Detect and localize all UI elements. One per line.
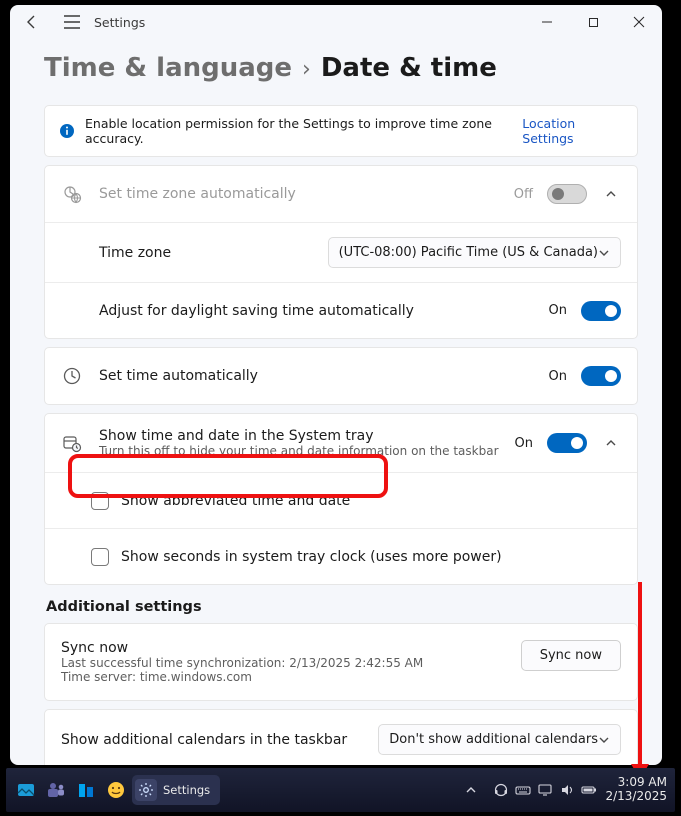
chevron-down-icon <box>598 247 610 259</box>
titlebar: Settings <box>10 5 662 39</box>
menu-button[interactable] <box>54 15 90 29</box>
timezone-card: Set time zone automatically Off Time zon… <box>44 165 638 339</box>
breadcrumb: Time & language › Date & time <box>10 39 662 91</box>
auto-time-label: Set time automatically <box>99 368 549 384</box>
timezone-auto-state: Off <box>514 187 533 202</box>
settings-window: Settings Time & language › Date & time E… <box>10 5 662 765</box>
breadcrumb-page: Date & time <box>321 53 497 83</box>
timezone-auto-label: Set time zone automatically <box>99 186 514 202</box>
spacer <box>61 300 99 322</box>
minimize-button[interactable] <box>524 5 570 39</box>
calendar-clock-icon <box>61 432 83 454</box>
abbrev-row[interactable]: Show abbreviated time and date <box>45 472 637 528</box>
content-scroll[interactable]: Enable location permission for the Setti… <box>10 91 662 765</box>
auto-time-toggle[interactable] <box>581 366 621 386</box>
clock-icon <box>61 365 83 387</box>
additional-header: Additional settings <box>46 599 636 615</box>
sync-row: Sync now Last successful time synchroniz… <box>45 624 637 700</box>
seconds-row[interactable]: Show seconds in system tray clock (uses … <box>45 528 637 584</box>
tray-volume-icon <box>559 782 575 798</box>
timezone-select[interactable]: (UTC-08:00) Pacific Time (US & Canada) <box>328 237 621 268</box>
calendars-select[interactable]: Don't show additional calendars <box>378 724 621 755</box>
taskbar-time: 3:09 AM <box>605 776 667 790</box>
breadcrumb-separator: › <box>302 57 311 82</box>
timezone-row: Time zone (UTC-08:00) Pacific Time (US &… <box>45 222 637 282</box>
systray-row[interactable]: Show time and date in the System tray Tu… <box>45 414 637 472</box>
timezone-label: Time zone <box>99 245 328 261</box>
tray-headset-icon <box>493 782 509 798</box>
taskbar-company-icon[interactable] <box>72 776 100 804</box>
taskbar-right: 3:09 AM 2/13/2025 <box>457 776 675 804</box>
sync-now-button[interactable]: Sync now <box>521 640 621 671</box>
location-settings-link[interactable]: Location Settings <box>522 116 623 146</box>
dst-label: Adjust for daylight saving time automati… <box>99 303 549 319</box>
banner-text: Enable location permission for the Setti… <box>85 116 522 146</box>
auto-time-card: Set time automatically On <box>44 347 638 405</box>
seconds-label: Show seconds in system tray clock (uses … <box>121 549 502 565</box>
calendars-row: Show additional calendars in the taskbar… <box>45 710 637 765</box>
calendars-value: Don't show additional calendars <box>389 732 598 747</box>
close-button[interactable] <box>616 5 662 39</box>
taskbar-clock[interactable]: 3:09 AM 2/13/2025 <box>605 776 667 804</box>
tray-monitor-icon <box>537 782 553 798</box>
window-controls <box>524 5 662 39</box>
systray-sub: Turn this off to hide your time and date… <box>99 444 515 458</box>
systray-expand[interactable] <box>601 437 621 449</box>
sync-title: Sync now <box>61 640 521 656</box>
systray-card: Show time and date in the System tray Tu… <box>44 413 638 585</box>
abbrev-checkbox[interactable] <box>91 492 109 510</box>
timezone-auto-toggle <box>547 184 587 204</box>
systray-label: Show time and date in the System tray <box>99 428 515 444</box>
auto-time-row: Set time automatically On <box>45 348 637 404</box>
tray-chevron-up-icon[interactable] <box>457 776 485 804</box>
dst-toggle[interactable] <box>581 301 621 321</box>
calendars-card: Show additional calendars in the taskbar… <box>44 709 638 765</box>
timezone-expand[interactable] <box>601 188 621 200</box>
chevron-down-icon <box>598 734 610 746</box>
timezone-auto-row[interactable]: Set time zone automatically Off <box>45 166 637 222</box>
back-button[interactable] <box>10 14 54 30</box>
globe-clock-icon <box>61 183 83 205</box>
dst-row: Adjust for daylight saving time automati… <box>45 282 637 338</box>
dst-state: On <box>549 303 567 318</box>
location-info-banner: Enable location permission for the Setti… <box>44 105 638 157</box>
app-title: Settings <box>94 15 145 30</box>
maximize-button[interactable] <box>570 5 616 39</box>
tray-battery-icon <box>581 782 597 798</box>
sync-line2: Time server: time.windows.com <box>61 670 521 684</box>
tray-keyboard-icon <box>515 782 531 798</box>
annotation-arrow-line <box>638 582 642 766</box>
taskbar: Settings 3:09 AM 2/13/2025 <box>6 768 675 812</box>
systray-state: On <box>515 436 533 451</box>
system-tray[interactable] <box>493 782 597 798</box>
gear-icon <box>135 779 157 801</box>
timezone-value: (UTC-08:00) Pacific Time (US & Canada) <box>339 245 598 260</box>
spacer <box>61 242 99 264</box>
sync-line1: Last successful time synchronization: 2/… <box>61 656 521 670</box>
calendars-label: Show additional calendars in the taskbar <box>61 732 378 748</box>
info-icon <box>59 123 75 139</box>
taskbar-date: 2/13/2025 <box>605 790 667 804</box>
sync-card: Sync now Last successful time synchroniz… <box>44 623 638 701</box>
taskbar-left: Settings <box>6 775 220 805</box>
breadcrumb-group[interactable]: Time & language <box>44 53 292 83</box>
taskbar-pictures-icon[interactable] <box>12 776 40 804</box>
seconds-checkbox[interactable] <box>91 548 109 566</box>
taskbar-teams-icon[interactable] <box>42 776 70 804</box>
auto-time-state: On <box>549 369 567 384</box>
systray-toggle[interactable] <box>547 433 587 453</box>
taskbar-emoji-icon[interactable] <box>102 776 130 804</box>
taskbar-settings-app[interactable]: Settings <box>132 775 220 805</box>
taskbar-app-label: Settings <box>163 783 210 797</box>
abbrev-label: Show abbreviated time and date <box>121 493 350 509</box>
